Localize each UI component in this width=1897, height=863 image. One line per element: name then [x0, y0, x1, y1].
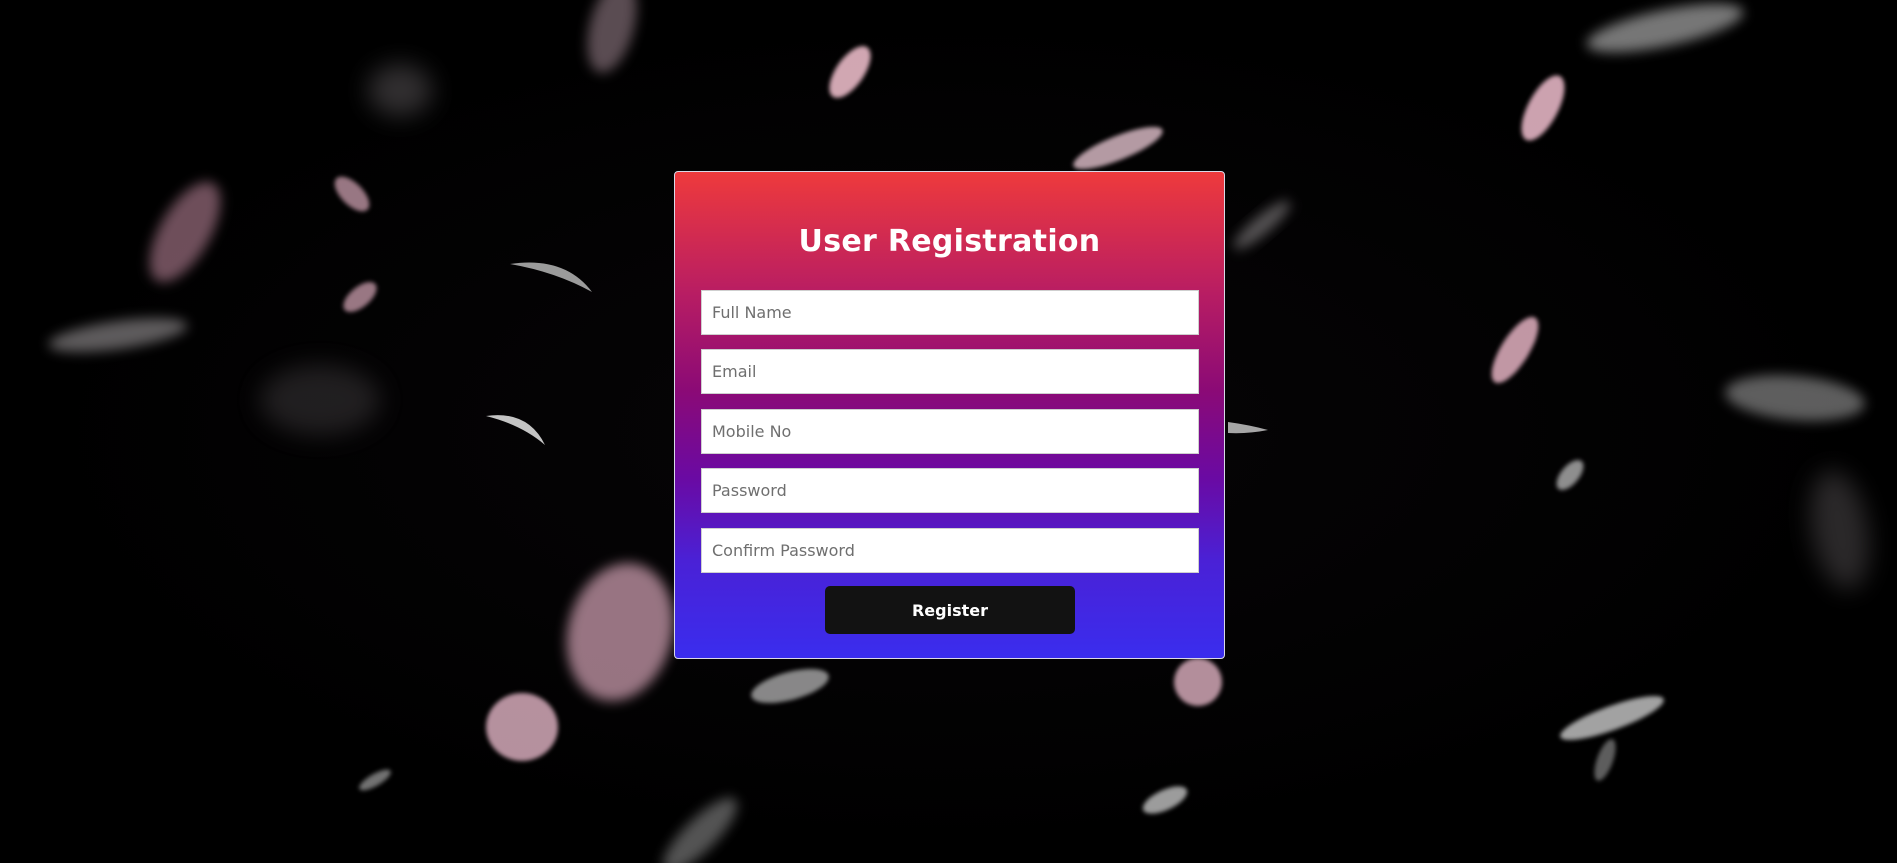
petal: [1073, 126, 1163, 170]
petal: [587, 0, 637, 73]
petal: [1560, 696, 1664, 740]
petal: [510, 262, 592, 292]
petal: [566, 563, 674, 701]
petal: [368, 64, 432, 116]
petal: [1174, 658, 1222, 706]
password-input[interactable]: [701, 468, 1199, 513]
mobile-no-input[interactable]: [701, 409, 1199, 454]
petal: [334, 176, 370, 212]
petal: [1142, 786, 1188, 814]
email-input[interactable]: [701, 349, 1199, 394]
petal: [359, 769, 391, 791]
full-name-input[interactable]: [701, 290, 1199, 335]
petal: [829, 46, 871, 98]
petal: [1586, 3, 1744, 53]
petal: [260, 365, 380, 435]
petal: [486, 693, 558, 761]
petal: [662, 797, 738, 863]
registration-form-card: User Registration Register: [674, 171, 1225, 659]
page-background: User Registration Register: [0, 0, 1897, 863]
petal: [751, 668, 829, 704]
petal: [48, 318, 188, 352]
petal: [1594, 739, 1616, 781]
form-title: User Registration: [798, 224, 1101, 259]
petal: [1491, 316, 1539, 384]
petal: [1725, 375, 1865, 421]
petal: [149, 181, 221, 283]
petal: [343, 282, 377, 312]
petal: [1810, 470, 1870, 590]
petal: [1228, 422, 1268, 434]
petal: [1556, 460, 1584, 490]
confirm-password-input[interactable]: [701, 528, 1199, 573]
petal: [1233, 200, 1291, 250]
petal: [1521, 75, 1565, 141]
register-button[interactable]: Register: [825, 586, 1075, 634]
petal: [486, 415, 545, 445]
